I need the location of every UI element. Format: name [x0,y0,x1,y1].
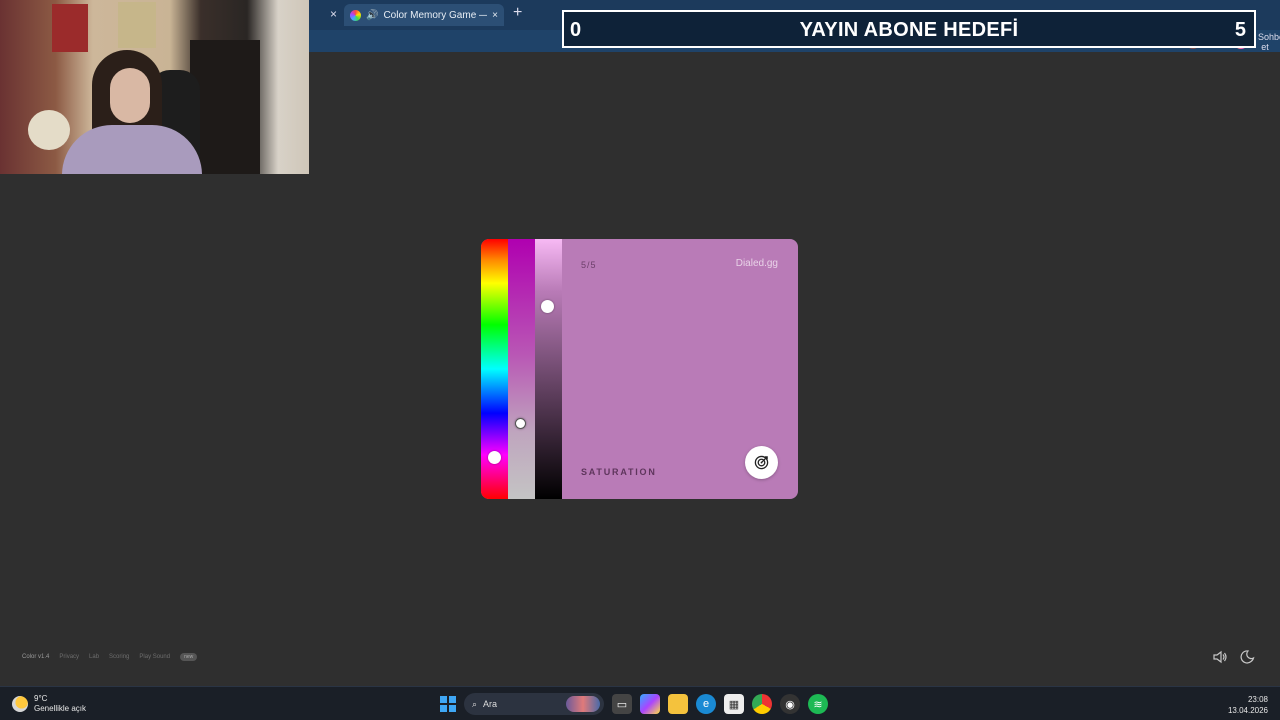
search-label: Ara [483,699,498,709]
footer-controls [1212,649,1256,665]
dark-mode-toggle-icon[interactable] [1240,649,1256,665]
subscriber-target-count: 5 [1234,19,1246,41]
round-counter: 5/5 [581,260,597,270]
weather-widget[interactable]: 9°C Genellikle açık [12,694,86,714]
footer-link-privacy[interactable]: Privacy [59,654,79,660]
sidebar-chat-label[interactable]: Sohbet et [1258,32,1280,52]
copilot-app-icon[interactable] [640,694,660,714]
brand-logo[interactable]: Dialed.gg [736,258,778,269]
plush-toy [28,110,70,150]
taskbar-search[interactable]: ⌕ Ara [464,693,604,715]
weather-icon [12,696,28,712]
wall-frame [118,2,156,48]
taskbar: 9°C Genellikle açık ⌕ Ara ▭ e ▦ ◉ ≋ 23:0… [0,686,1280,720]
subscriber-goal-title: YAYIN ABONE HEDEFİ [799,19,1019,41]
lightness-slider[interactable] [535,239,562,499]
subscriber-goal-overlay: 0 YAYIN ABONE HEDEFİ 5 [562,10,1256,48]
saturation-slider[interactable] [508,239,535,499]
footer-link-scoring[interactable]: Scoring [109,654,129,660]
chrome-icon[interactable] [752,694,772,714]
phase-label: SATURATION [581,467,657,477]
weather-condition: Genellikle açık [34,704,87,713]
file-explorer-icon[interactable] [668,694,688,714]
version-label: Color v1.4 [22,654,50,660]
close-tab-left-icon[interactable]: × [330,7,337,21]
lightness-slider-handle[interactable] [541,300,554,314]
footer-link-play-sound[interactable]: Play Sound [139,654,170,660]
clock[interactable]: 23:08 13.04.2026 [1228,694,1268,716]
speaker-icon[interactable]: 🔊 [366,10,378,21]
submit-guess-button[interactable] [745,446,778,479]
footer-link-lab[interactable]: Lab [89,654,99,660]
clock-time: 23:08 [1247,695,1268,704]
hue-slider-handle[interactable] [488,450,501,464]
new-badge: new [180,653,198,661]
obs-icon[interactable]: ◉ [780,694,800,714]
footer-links: Color v1.4 Privacy Lab Scoring Play Soun… [22,653,198,661]
color-game-card: 5/5 Dialed.gg SATURATION [481,239,798,499]
webcam-overlay [0,0,309,174]
wall-poster [52,4,88,52]
color-wheel-favicon-icon [350,9,361,21]
tab-title: Color Memory Game — How [383,9,487,21]
store-icon[interactable]: ▦ [724,694,744,714]
weather-temperature: 9°C [34,694,48,703]
task-view-icon[interactable]: ▭ [612,694,632,714]
search-icon: ⌕ [472,698,478,709]
clock-date: 13.04.2026 [1227,706,1268,715]
target-icon [754,455,769,470]
tab-color-memory-game[interactable]: 🔊 Color Memory Game — How × [344,4,504,26]
edge-browser-icon[interactable]: e [696,694,716,714]
screen: × 🔊 Color Memory Game — How × + A ☆ ↻ ♬ … [0,0,1280,720]
close-tab-icon[interactable]: × [492,10,498,21]
new-tab-button[interactable]: + [513,4,522,22]
streamer [62,50,202,174]
spotify-icon[interactable]: ≋ [808,694,828,714]
sound-toggle-icon[interactable] [1212,649,1228,665]
start-button[interactable] [440,696,456,712]
search-highlight-image [566,696,600,712]
